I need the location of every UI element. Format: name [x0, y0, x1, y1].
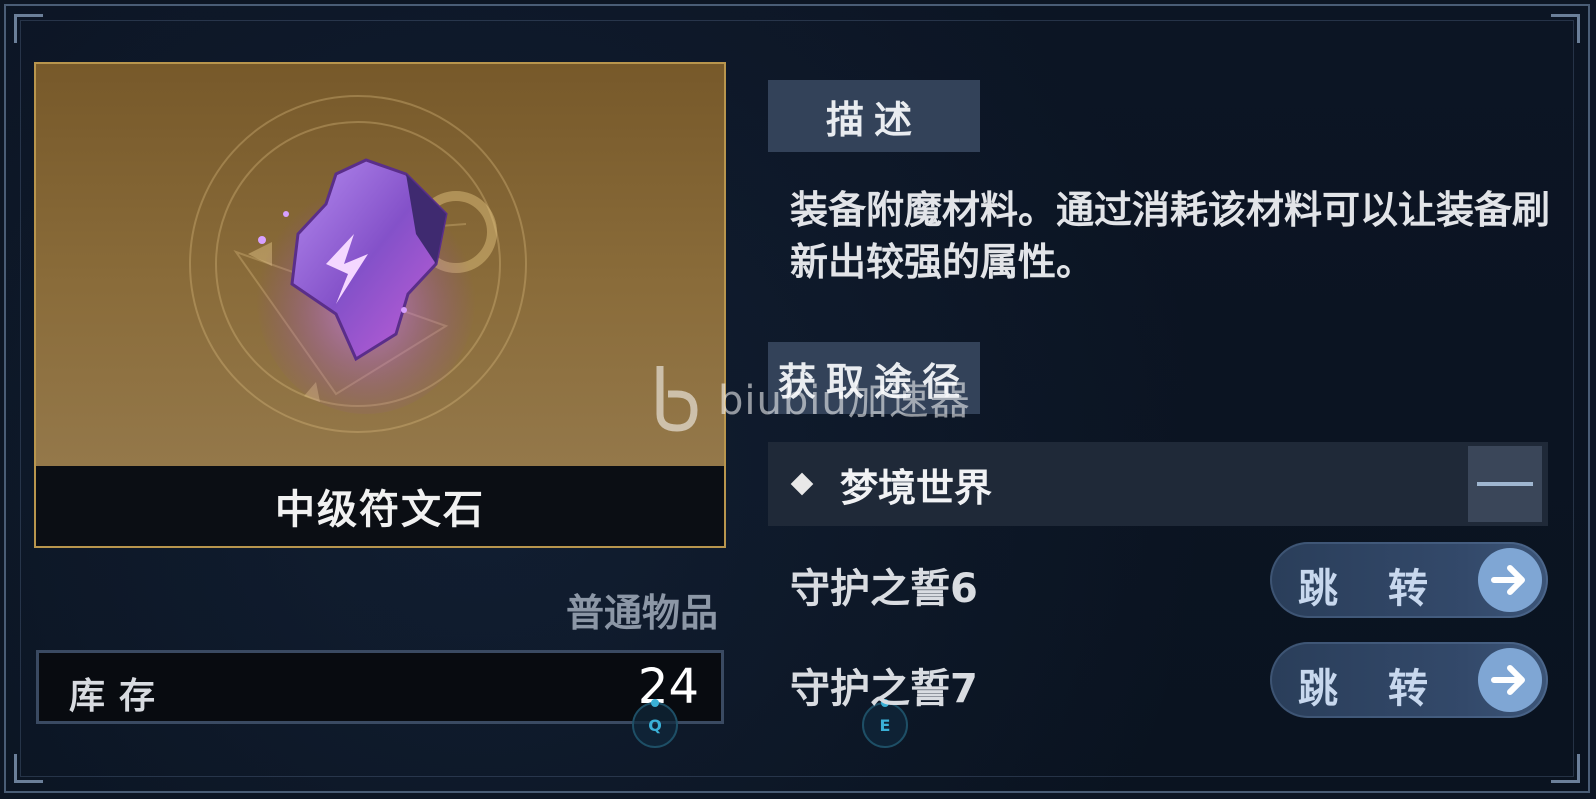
description-text: 装备附魔材料。通过消耗该材料可以让装备刷新出较强的属性。 [790, 188, 1551, 284]
jump-label: 跳转 [1298, 666, 1478, 712]
jump-button[interactable]: 跳转 [1270, 542, 1548, 618]
jump-label: 跳转 [1298, 566, 1478, 612]
level-name: 守护之誓6 [790, 566, 978, 612]
description-header: 描述 [768, 80, 980, 152]
diamond-bullet-icon [790, 472, 814, 496]
arrow-right-icon [1478, 548, 1542, 612]
watermark-text: biubiu加速器 [718, 378, 971, 424]
stock-box: 库存 24 [36, 650, 724, 724]
corner-ornament [14, 14, 43, 43]
item-card: 中级符文石 [34, 62, 726, 548]
item-image [36, 64, 724, 466]
watermark: biubiu加速器 [650, 362, 971, 432]
level-name: 守护之誓7 [790, 666, 978, 712]
jump-button[interactable]: 跳转 [1270, 642, 1548, 718]
corner-ornament [1551, 754, 1580, 783]
biubiu-logo-icon [656, 366, 698, 432]
arrow-right-icon [1478, 648, 1542, 712]
corner-ornament [1551, 14, 1580, 43]
source-name: 梦境世界 [840, 465, 993, 510]
collapse-icon [1477, 482, 1533, 486]
item-rarity: 普通物品 [565, 591, 718, 635]
collapse-button[interactable] [1468, 446, 1542, 522]
source-row[interactable]: 梦境世界 [768, 442, 1548, 526]
item-name: 中级符文石 [36, 466, 724, 546]
key-hint-q[interactable]: Q [632, 699, 678, 748]
corner-ornament [14, 754, 43, 783]
stock-label: 库存 [69, 676, 170, 717]
rune-stone-icon [189, 95, 527, 433]
